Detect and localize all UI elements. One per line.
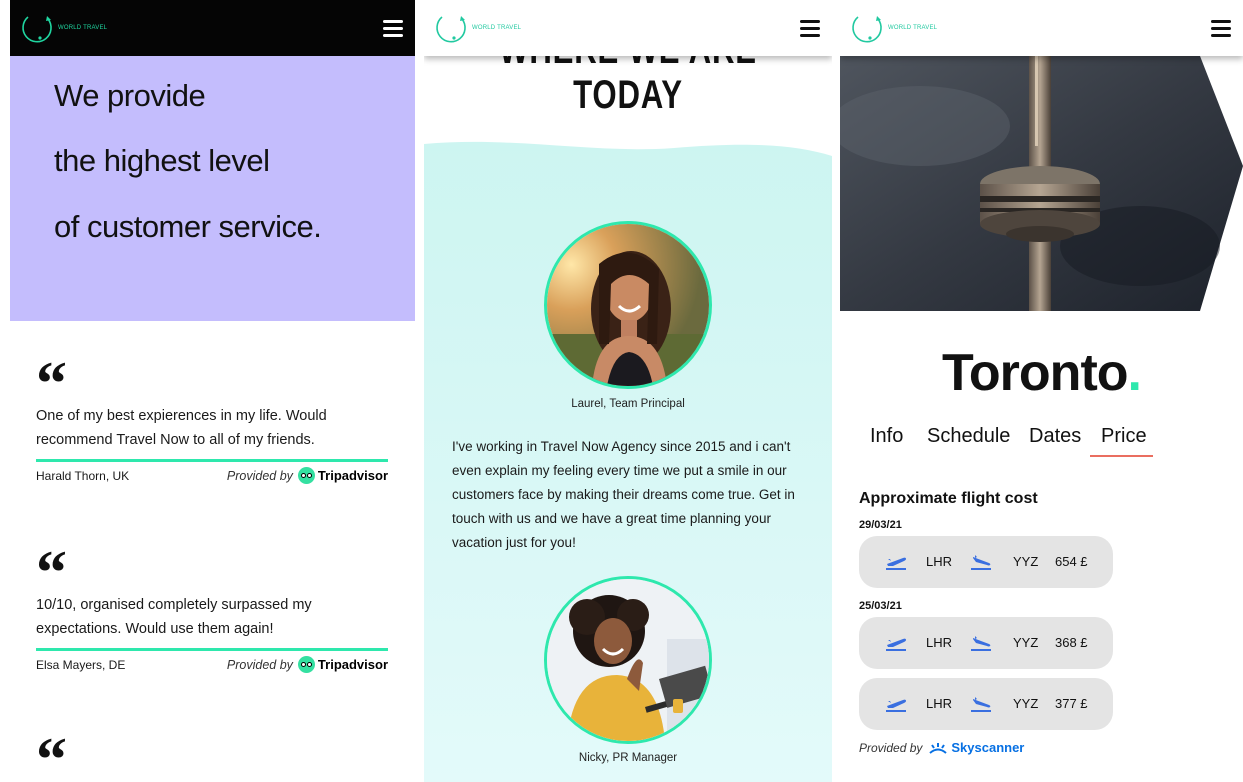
provided-by: Provided by Tripadvisor [227,656,388,673]
globe-logo-icon [22,16,52,43]
arrival-plane-icon [971,697,991,712]
departure-plane-icon [886,699,906,712]
logo-text: WORLD TRAVEL [888,25,938,31]
flight-date: 29/03/21 [859,519,902,531]
destination-screen: Toronto. Info Schedule Dates Price Appro… [840,0,1243,782]
globe-logo-icon [436,16,466,43]
review-author: Harald Thorn, UK [36,468,130,483]
tripadvisor-owl-icon [297,467,315,484]
hero-line: of customer service. [54,209,322,244]
tab-price[interactable]: Price [1101,425,1147,448]
destination-tabs: Info Schedule Dates Price [840,425,1243,459]
city-title-dot: . [1127,344,1142,402]
city-image [840,56,1243,311]
tripadvisor-owl-icon [297,656,315,673]
avatar-laurel [544,221,712,389]
destination-airport: YYZ [1013,554,1039,569]
navbar: WORLD TRAVEL [840,0,1243,56]
provided-by-label: Provided by [226,468,293,483]
team-caption: Laurel, Team Principal [571,398,685,410]
menu-icon[interactable] [800,19,820,37]
avatar-nicky [544,576,712,744]
skyscanner-label: Skyscanner [951,740,1025,755]
hero-line: the highest level [54,143,270,178]
tripadvisor-label: Tripadvisor [317,468,388,483]
flight-price: 368 £ [1055,635,1088,650]
review-author: Elsa Mayers, DE [36,657,126,672]
quote-icon: “ [36,539,67,607]
city-title: Toronto. [840,343,1243,403]
logo[interactable]: WORLD TRAVEL [20,11,107,45]
navbar: WORLD TRAVEL [424,0,832,56]
tripadvisor-label: Tripadvisor [317,657,388,672]
team-bio: I've working in Travel Now Agency since … [452,439,795,550]
logo[interactable]: WORLD TRAVEL [850,11,937,45]
quote-icon: “ [36,350,67,418]
menu-icon[interactable] [383,19,403,37]
city-name: Toronto [942,344,1129,402]
arrival-plane-icon [971,555,991,570]
review-text: One of my best expierences in my life. W… [36,408,327,448]
origin-airport: LHR [926,696,953,711]
hero-line: We provide [54,78,206,113]
logo-text: WORLD TRAVEL [472,25,522,31]
logo-text: WORLD TRAVEL [58,25,108,31]
departure-plane-icon [886,638,906,651]
review-text: 10/10, organised completely surpassed my… [36,597,312,637]
destination-airport: YYZ [1013,696,1039,711]
review-card: “ One of my best expierences in my life.… [36,350,388,484]
flight-date: 25/03/21 [859,600,902,612]
skyscanner-logo[interactable]: Skyscanner [928,740,1024,755]
globe-logo-icon [852,16,882,43]
review-card: “ [36,726,388,782]
flight-price: 654 £ [1055,554,1088,569]
tab-dates[interactable]: Dates [1029,425,1081,448]
arrival-plane-icon [971,636,991,651]
tripadvisor-logo[interactable]: Tripadvisor [297,467,388,484]
tab-info[interactable]: Info [870,425,903,448]
origin-airport: LHR [926,554,953,569]
tab-schedule[interactable]: Schedule [927,425,1010,448]
provided-by: Provided by Tripadvisor [227,467,388,484]
menu-icon[interactable] [1211,19,1231,37]
logo[interactable]: WORLD TRAVEL [434,11,521,45]
review-divider [36,459,388,462]
quote-icon: “ [36,726,67,782]
active-tab-indicator [1090,455,1153,457]
tripadvisor-logo[interactable]: Tripadvisor [297,656,388,673]
flight-option[interactable]: LHR YYZ 654 £ [859,536,1113,588]
review-divider [36,648,388,651]
departure-plane-icon [886,557,906,570]
provided-by-label: Provided by [226,657,293,672]
provided-by-label: Provided by [859,740,923,755]
origin-airport: LHR [926,635,953,650]
skyscanner-sunrise-icon [929,742,948,754]
flight-price: 377 £ [1055,696,1088,711]
destination-airport: YYZ [1013,635,1039,650]
team-screen: WHERE WE ARE TODAY [424,0,832,782]
navbar: WORLD TRAVEL [10,0,415,56]
flight-option[interactable]: LHR YYZ 368 £ [859,617,1113,669]
hero-banner: We provide the highest level of customer… [10,56,415,321]
provided-by: Provided by Skyscanner [859,740,1024,755]
review-card: “ 10/10, organised completely surpassed … [36,539,388,673]
reviews-screen: WORLD TRAVEL We provide the highest leve… [10,0,415,782]
flight-cost-heading: Approximate flight cost [859,490,1038,507]
team-caption: Nicky, PR Manager [578,752,678,764]
flight-option[interactable]: LHR YYZ 377 £ [859,678,1113,730]
